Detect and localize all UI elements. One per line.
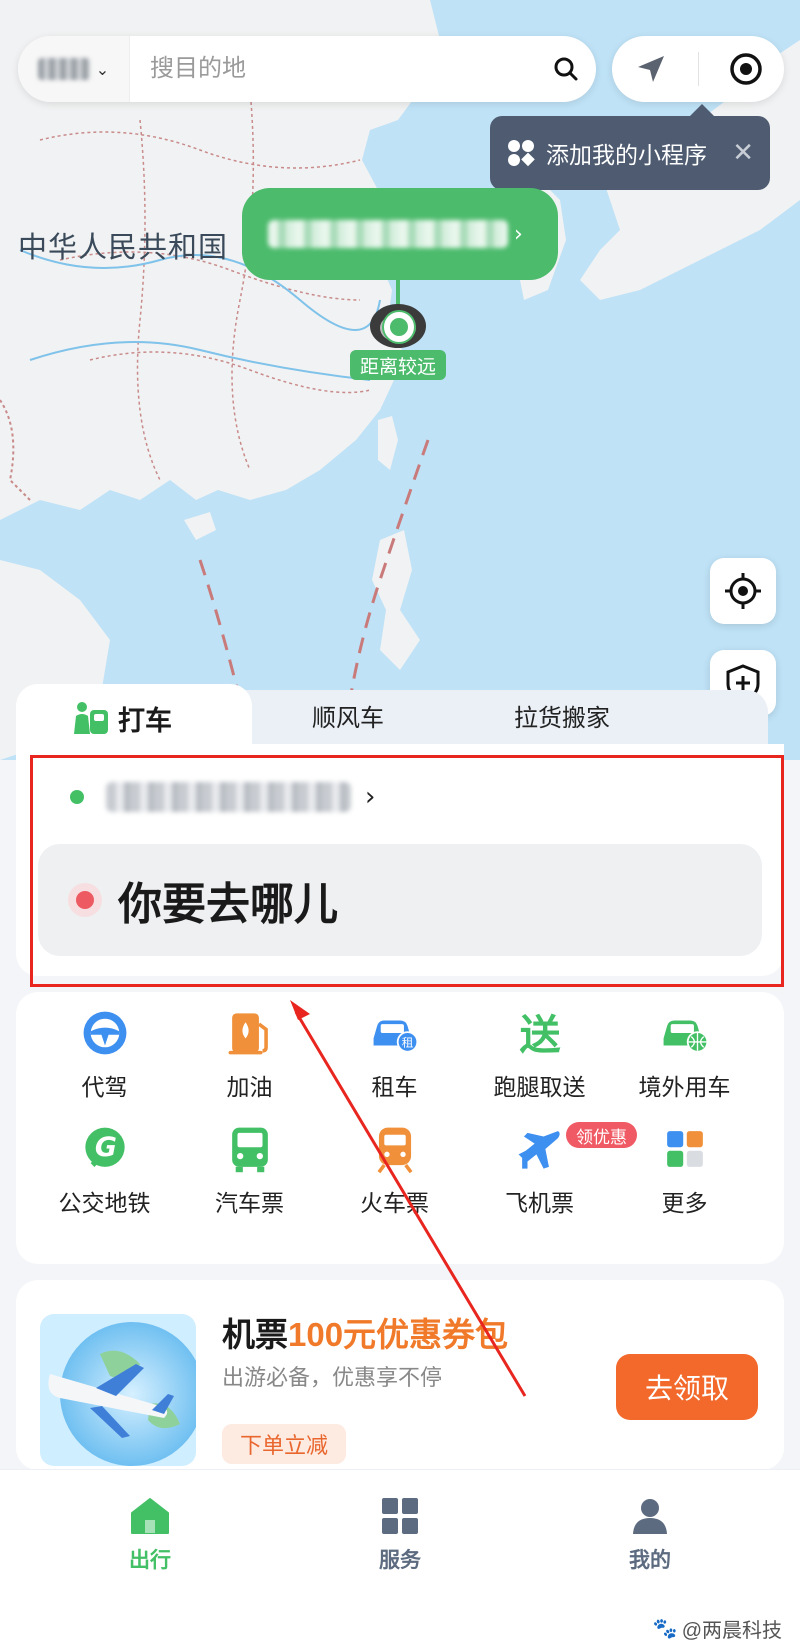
chevron-down-icon: ⌄: [95, 59, 110, 79]
steering-wheel-icon: [83, 1011, 126, 1055]
service-item-car-rental[interactable]: 租 租车: [322, 992, 467, 1102]
overseas-car-icon: [663, 1020, 708, 1053]
more-grid-icon: [666, 1131, 703, 1167]
service-label: 租车: [371, 1074, 418, 1100]
pickup-location-bubble[interactable]: ›: [242, 188, 558, 280]
tab-taxi-label: 打车: [118, 705, 172, 736]
distance-label: 距离较远: [350, 350, 447, 380]
service-item-designated-driver[interactable]: 代驾: [32, 992, 177, 1102]
add-mini-program-tooltip[interactable]: 添加我的小程序 ✕: [490, 104, 770, 190]
service-item-bus-ticket[interactable]: 汽车票: [177, 1108, 322, 1218]
city-selector[interactable]: ⌄: [18, 36, 130, 102]
promo-tag: 下单立减: [222, 1424, 347, 1464]
nav-label-services: 服务: [379, 1549, 421, 1572]
home-icon: [131, 1498, 169, 1534]
promo-title-highlight: 100元优惠券包: [288, 1316, 509, 1353]
tools-divider: [697, 52, 699, 86]
scan-target-icon[interactable]: [716, 39, 776, 99]
watermark-text: @两晨科技: [681, 1620, 782, 1642]
navigation-arrow-icon[interactable]: [621, 39, 681, 99]
search-bar: ⌄: [18, 36, 596, 102]
service-label: 加油: [226, 1074, 273, 1100]
watermark: 🐾 @两晨科技: [653, 1614, 782, 1643]
service-item-errand[interactable]: 送 跑腿取送: [467, 992, 612, 1102]
claim-coupon-button[interactable]: 去领取: [616, 1354, 758, 1420]
user-icon: [633, 1499, 667, 1534]
promo-subtitle: 出游必备，优惠享不停: [222, 1365, 443, 1390]
mini-program-icon: [508, 140, 535, 167]
service-item-fuel[interactable]: 加油: [177, 992, 322, 1102]
promo-card[interactable]: 机票100元优惠券包 出游必备，优惠享不停 下单立减 去领取: [16, 1280, 784, 1470]
taxi-person-icon: [74, 702, 108, 734]
grid-icon: [382, 1498, 418, 1534]
promo-plane-image: [40, 1314, 196, 1466]
locate-me-button[interactable]: [710, 558, 776, 624]
service-label: 代驾: [81, 1074, 128, 1100]
location-pin-icon: [384, 312, 414, 342]
tooltip-text: 添加我的小程序: [546, 142, 707, 168]
ride-tabs: 打车 顺风车 拉货搬家: [16, 684, 784, 752]
tab-taxi[interactable]: 打车: [16, 684, 252, 752]
promo-title: 机票100元优惠券包: [222, 1308, 508, 1356]
pickup-address-blurred: [268, 220, 508, 248]
paw-icon: 🐾: [652, 1618, 678, 1640]
svg-text:租: 租: [401, 1035, 413, 1049]
service-item-overseas-car[interactable]: 境外用车: [612, 992, 757, 1102]
nav-item-services[interactable]: 服务: [330, 1496, 470, 1574]
train-ticket-icon: [377, 1127, 412, 1174]
nav-label-me: 我的: [629, 1549, 671, 1572]
map-tools: [612, 36, 784, 102]
rental-car-icon: 租: [373, 1020, 418, 1053]
search-input[interactable]: [130, 36, 536, 102]
delivery-icon: 送: [519, 1011, 560, 1058]
fuel-pump-icon: [228, 1013, 268, 1055]
tab-freight[interactable]: 拉货搬家: [514, 698, 610, 733]
nav-item-me[interactable]: 我的: [580, 1496, 720, 1574]
map-canvas: [0, 0, 800, 760]
promo-title-prefix: 机票: [222, 1316, 288, 1353]
search-icon[interactable]: [536, 36, 596, 102]
chevron-right-icon: ›: [514, 221, 523, 247]
service-item-more[interactable]: 更多: [612, 1108, 757, 1218]
annotation-highlight-box: [30, 755, 784, 987]
crosshair-icon: [725, 573, 761, 609]
discount-badge: 领优惠: [566, 1122, 637, 1148]
bus-metro-icon: G: [84, 1127, 125, 1167]
map-view[interactable]: 中华人民共和国: [0, 0, 800, 760]
service-label: 汽车票: [215, 1190, 284, 1216]
service-label: 境外用车: [638, 1074, 731, 1100]
services-grid: 代驾 加油 租 租车 送 跑腿取送 境外用车 G 公交地铁 汽车票 火车票 飞机…: [16, 992, 784, 1264]
service-item-train-ticket[interactable]: 火车票: [322, 1108, 467, 1218]
city-name-blurred: [37, 58, 90, 80]
nav-item-travel[interactable]: 出行: [80, 1496, 220, 1574]
service-label: 更多: [661, 1190, 708, 1216]
service-item-bus-metro[interactable]: G 公交地铁: [32, 1108, 177, 1218]
service-label: 飞机票: [505, 1190, 574, 1216]
bus-ticket-icon: [231, 1127, 268, 1173]
plane-ticket-icon: [518, 1131, 560, 1169]
service-label: 火车票: [360, 1190, 429, 1216]
service-label: 公交地铁: [58, 1190, 151, 1216]
service-label: 跑腿取送: [493, 1074, 586, 1100]
tab-carpool[interactable]: 顺风车: [312, 698, 384, 733]
nav-label-travel: 出行: [129, 1549, 171, 1572]
map-country-label: 中华人民共和国: [18, 232, 229, 264]
svg-text:送: 送: [519, 1011, 560, 1058]
close-icon[interactable]: ✕: [732, 138, 754, 168]
svg-text:G: G: [94, 1132, 116, 1163]
